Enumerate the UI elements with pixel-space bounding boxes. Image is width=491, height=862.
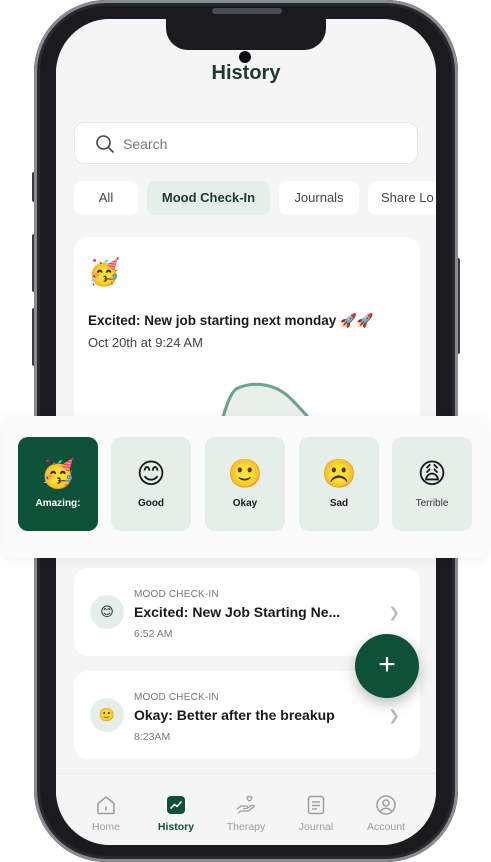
mood-option-label: Terrible bbox=[415, 498, 449, 509]
chevron-right-icon: ❯ bbox=[388, 707, 400, 723]
weary-face-emoji-icon: 😩 bbox=[417, 458, 447, 489]
mood-option-amazing[interactable]: 🥳 Amazing: bbox=[18, 437, 98, 531]
mood-option-label: Okay bbox=[232, 498, 258, 509]
speaker-grille bbox=[212, 8, 282, 14]
filter-journals[interactable]: Journals bbox=[279, 181, 359, 215]
history-chart-icon bbox=[167, 796, 185, 814]
therapy-hand-heart-icon bbox=[236, 795, 256, 814]
tab-journal[interactable]: Journal bbox=[281, 794, 351, 833]
account-icon bbox=[376, 795, 396, 815]
entry-title: Excited: New Job Starting Ne... bbox=[134, 604, 341, 620]
tab-therapy-label: Therapy bbox=[226, 821, 266, 833]
mood-option-label: Sad bbox=[329, 498, 349, 509]
tab-account-label: Account bbox=[367, 821, 405, 833]
search-input[interactable] bbox=[123, 131, 403, 157]
mood-option-terrible[interactable]: 😩 Terrible bbox=[392, 437, 472, 531]
journal-icon bbox=[307, 795, 325, 815]
mood-option-sad[interactable]: ☹️ Sad bbox=[299, 437, 379, 531]
filter-all[interactable]: All bbox=[74, 181, 138, 215]
entry-time: 6:52 AM bbox=[134, 628, 173, 640]
featured-mood-title: Excited: New job starting next monday 🚀🚀 bbox=[88, 313, 374, 328]
slight-smile-emoji-icon: 🙂 bbox=[227, 458, 263, 489]
chevron-right-icon: ❯ bbox=[388, 604, 400, 620]
add-entry-button[interactable]: + bbox=[355, 634, 419, 698]
featured-mood-emoji: 🥳 bbox=[88, 257, 121, 287]
filter-share-log[interactable]: Share Lo bbox=[368, 181, 436, 215]
filter-mood-check-in[interactable]: Mood Check-In bbox=[147, 181, 270, 215]
search-bar[interactable] bbox=[74, 122, 418, 164]
mood-option-label: Good bbox=[137, 498, 165, 509]
party-face-emoji-icon: 🥳 bbox=[40, 458, 76, 489]
mood-picker-panel: 🥳 Amazing: 😊 Good 🙂 Okay ☹️ Sad 😩 Terrib… bbox=[2, 416, 488, 558]
tab-home[interactable]: Home bbox=[71, 794, 141, 833]
tab-account[interactable]: Account bbox=[351, 794, 421, 833]
tab-history-label: History bbox=[157, 821, 195, 833]
entry-kind: MOOD CHECK-IN bbox=[134, 589, 219, 600]
mood-option-good[interactable]: 😊 Good bbox=[111, 437, 191, 531]
front-camera bbox=[239, 51, 251, 63]
tab-journal-label: Journal bbox=[298, 821, 334, 833]
entry-title: Okay: Better after the breakup bbox=[134, 707, 335, 723]
frowning-face-emoji-icon: ☹️ bbox=[321, 458, 357, 489]
tab-therapy[interactable]: Therapy bbox=[211, 794, 281, 833]
page-title: History bbox=[211, 62, 281, 84]
entry-mood-avatar: 🙂 bbox=[90, 698, 124, 732]
smiling-face-emoji-icon: 😊 bbox=[136, 458, 166, 489]
entry-time: 8:23AM bbox=[134, 731, 171, 743]
entry-kind: MOOD CHECK-IN bbox=[134, 692, 219, 703]
bottom-tab-bar: Home History Therapy Journal Account bbox=[56, 773, 436, 845]
entry-mood-avatar: 😊 bbox=[90, 595, 124, 629]
tab-home-label: Home bbox=[91, 821, 120, 833]
mood-option-label: Amazing: bbox=[35, 498, 81, 509]
tab-history[interactable]: History bbox=[141, 794, 211, 833]
search-icon bbox=[96, 135, 114, 153]
featured-mood-time: Oct 20th at 9:24 AM bbox=[88, 335, 203, 350]
home-icon bbox=[97, 796, 115, 815]
mood-option-okay[interactable]: 🙂 Okay bbox=[205, 437, 285, 531]
notch bbox=[166, 19, 326, 50]
